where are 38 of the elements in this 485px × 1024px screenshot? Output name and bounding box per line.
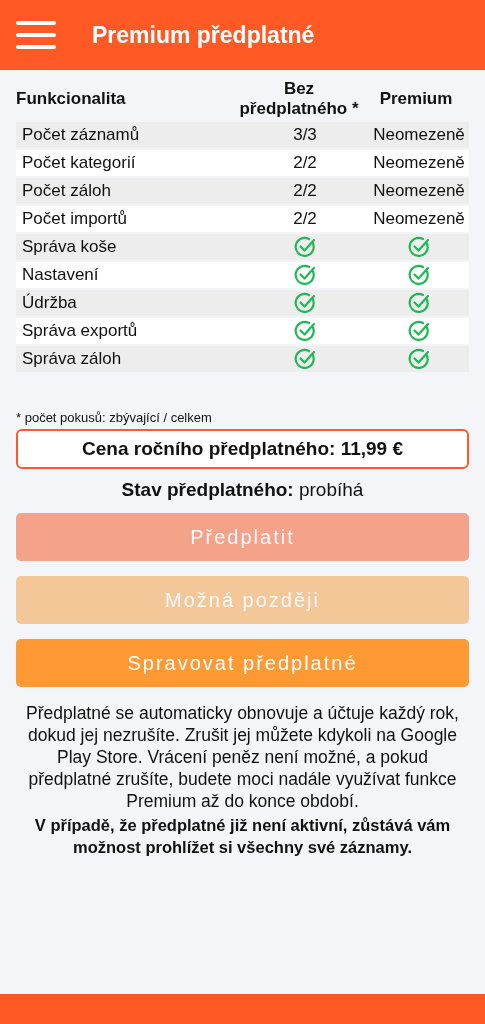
check-circle-icon — [408, 292, 430, 314]
table-cell: Správa exportů — [22, 321, 138, 340]
footnote: * počet pokusů: zbývající / celkem — [16, 410, 213, 425]
check-circle-icon — [408, 264, 430, 286]
table-cell: Údržba — [22, 293, 77, 312]
check-circle-icon — [294, 236, 316, 258]
table-cell: Počet záznamů — [22, 125, 140, 144]
table-cell: Neomezeně — [373, 181, 465, 201]
info-text: Předplatné se automaticky obnovuje a účtuje každý rok, dokud jej nezrušíte. Zrušit jej můžete kdykoli na Google Play Store. Vrácení peněz není možné, a pokud předplatné zrušíte, budete moci nadále využívat funkce Premium až do konce období. — [25, 702, 460, 812]
table-cell: Neomezeně — [373, 209, 465, 229]
table-cell: Nastavení — [22, 265, 99, 284]
subscription-status: Stav předplatného: probíhá — [120, 479, 365, 501]
price-box: Cena ročního předplatného: 11,99 € — [16, 429, 469, 469]
table-cell: Počet importů — [22, 209, 127, 228]
check-circle-icon — [408, 236, 430, 258]
table-cell: 3/3 — [293, 125, 317, 145]
check-circle-icon — [294, 292, 316, 314]
check-circle-icon — [408, 320, 430, 342]
column-header: Premium — [378, 89, 454, 109]
column-header: Funkcionalita — [16, 89, 127, 109]
check-circle-icon — [294, 264, 316, 286]
table-cell: 2/2 — [293, 181, 317, 201]
page-title: Premium předplatné — [92, 21, 315, 49]
table-cell: Neomezeně — [373, 125, 465, 145]
check-circle-icon — [294, 320, 316, 342]
table-cell: Neomezeně — [373, 153, 465, 173]
menu-icon[interactable] — [16, 21, 56, 49]
note-text: V případě, že předplatné již není aktivní, zůstává vám možnost prohlížet si všechny své záznamy. — [33, 815, 452, 858]
check-circle-icon — [294, 348, 316, 370]
table-cell: 2/2 — [293, 209, 317, 229]
table-cell: Správa záloh — [22, 349, 122, 368]
column-header: Bez předplatného * — [238, 79, 360, 119]
check-circle-icon — [408, 348, 430, 370]
table-cell: Počet záloh — [22, 181, 111, 200]
table-cell: 2/2 — [293, 153, 317, 173]
table-cell: Správa koše — [22, 237, 117, 256]
table-cell: Počet kategorií — [22, 153, 136, 172]
action-button[interactable]: Spravovat předplatné — [16, 639, 469, 687]
